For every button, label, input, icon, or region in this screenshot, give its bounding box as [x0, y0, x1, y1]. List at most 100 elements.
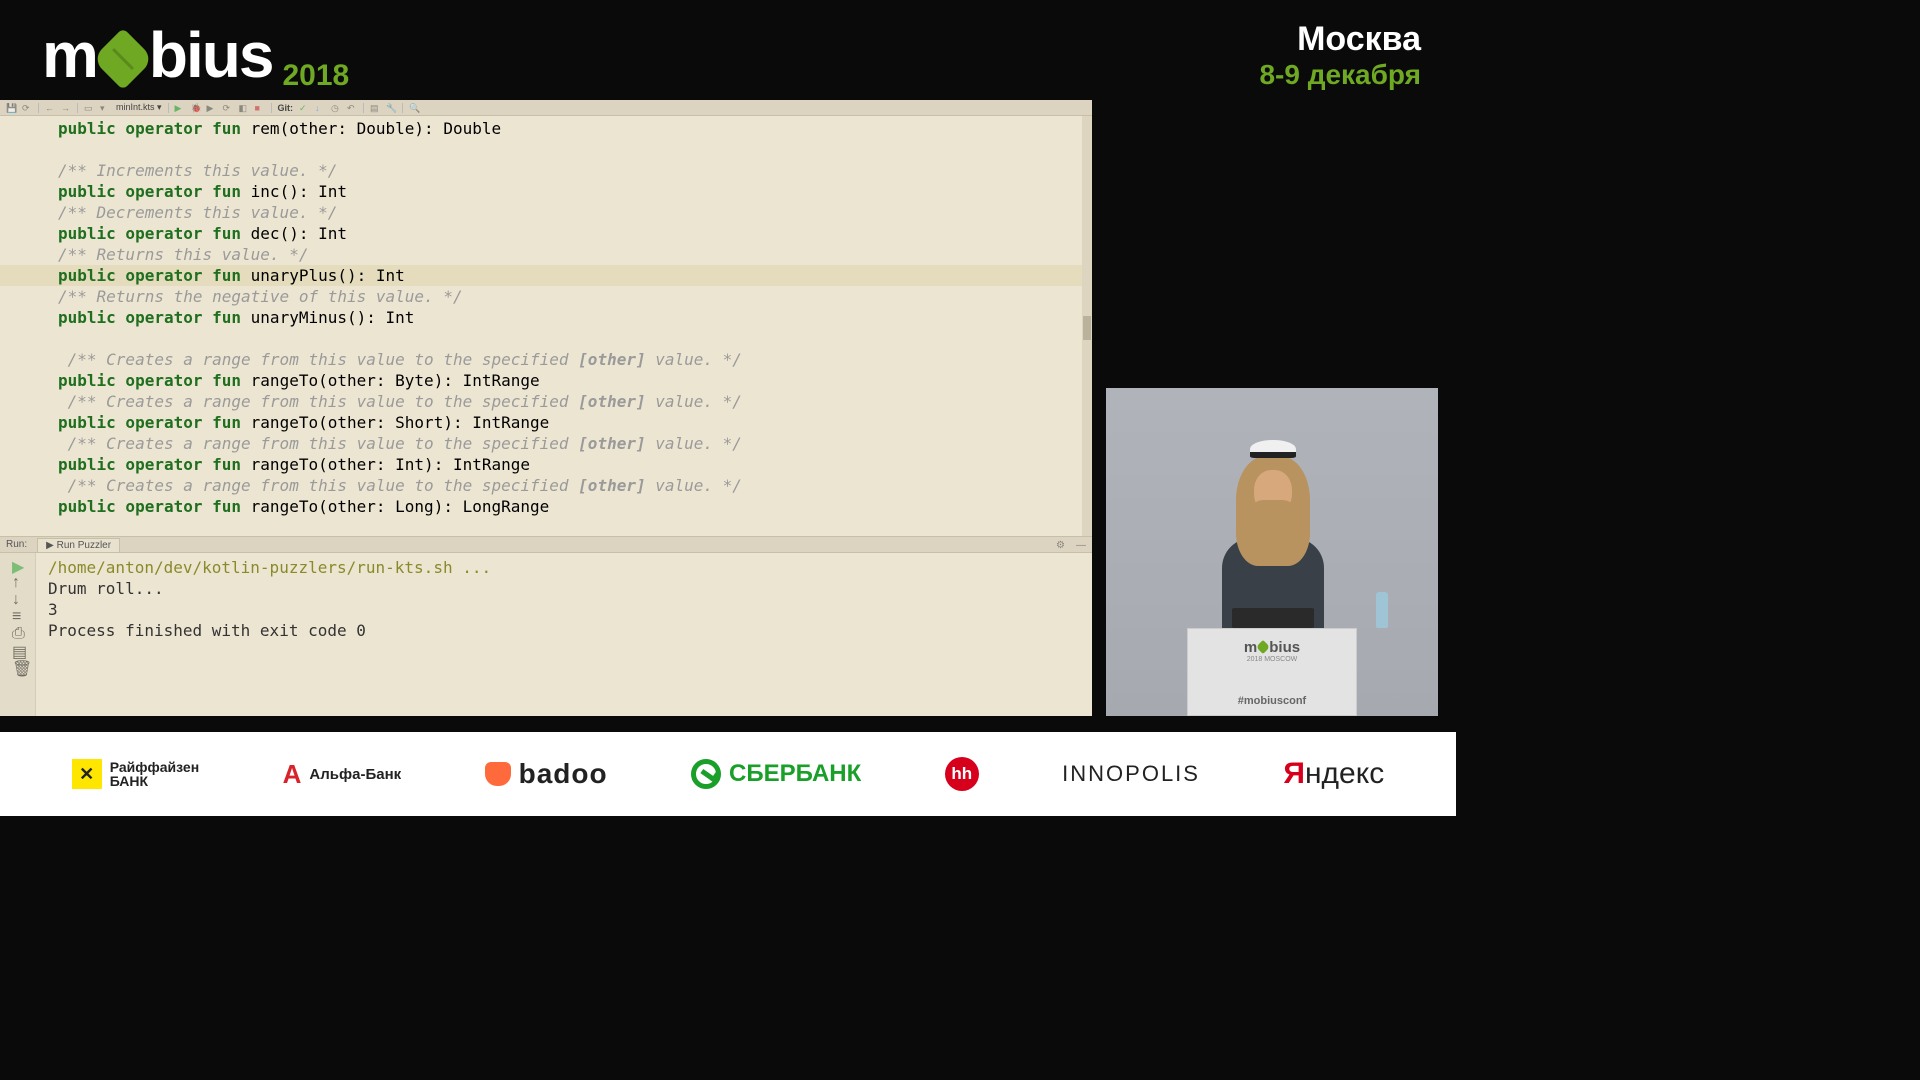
scrollbar-thumb[interactable] [1083, 316, 1091, 340]
code-line: public operator fun inc(): Int [58, 181, 1092, 202]
profile-icon[interactable]: ⟳ [223, 103, 233, 113]
code-line: public operator fun rangeTo(other: Byte)… [58, 370, 1092, 391]
code-comment: /** Creates a range from this value to t… [58, 349, 1092, 370]
speaker-figure [1212, 428, 1332, 628]
conference-header: m bius 2018 Москва 8-9 декабря [0, 0, 1456, 100]
separator [38, 103, 39, 113]
vcs-label: Git: [278, 103, 294, 113]
sponsor-badoo: badoo [485, 758, 608, 790]
conference-logo: m bius 2018 [42, 18, 349, 92]
run-gutter: ▶ ↑ ↓ ≡ ⎙ ▤ 🗑 [0, 553, 36, 716]
revert-icon[interactable]: ↶ [347, 103, 357, 113]
event-date: 8-9 декабря [1259, 59, 1421, 91]
stop-icon[interactable]: ↑ [12, 574, 23, 585]
debug-icon[interactable]: 🐞 [191, 103, 201, 113]
hammer-icon[interactable]: ▾ [100, 103, 110, 113]
speaker-camera: mbius 2018 MOSCOW #mobiusconf [1106, 388, 1438, 716]
raiffeisen-icon: ✕ [72, 759, 102, 789]
hh-icon: hh [945, 757, 979, 791]
print-icon[interactable]: ⎙ [12, 625, 23, 636]
code-comment: /** Creates a range from this value to t… [58, 391, 1092, 412]
bottle-icon [1376, 592, 1388, 628]
code-line [58, 328, 1092, 349]
code-comment: /** Returns this value. */ [58, 244, 1092, 265]
alfa-icon: А [283, 759, 302, 790]
code-line-highlighted: public operator fun unaryPlus(): Int [0, 265, 1092, 286]
podium-subline: 2018 MOSCOW [1188, 656, 1356, 663]
separator [271, 103, 272, 113]
file-dropdown[interactable]: minInt.kts ▾ [116, 102, 162, 113]
console-exit: Process finished with exit code 0 [48, 620, 1080, 641]
podium: mbius 2018 MOSCOW #mobiusconf [1187, 628, 1357, 716]
code-line [58, 139, 1092, 160]
code-line: public operator fun rangeTo(other: Int):… [58, 454, 1092, 475]
build-icon[interactable]: ▭ [84, 103, 94, 113]
settings-icon[interactable]: ⚙ [1056, 540, 1066, 550]
run-icon[interactable]: ▶ [175, 103, 185, 113]
wrap-icon[interactable]: ≡ [12, 608, 23, 619]
search-icon[interactable]: 🔍 [409, 103, 419, 113]
console-output: 3 [48, 599, 1080, 620]
separator [168, 103, 169, 113]
minimize-icon[interactable]: — [1076, 540, 1086, 550]
console-output: Drum roll... [48, 578, 1080, 599]
run-panel-header: Run: ▶ Run Puzzler ⚙ — [0, 537, 1092, 553]
logo-suffix: bius [149, 18, 273, 92]
run-label: Run: [6, 539, 27, 550]
history-icon[interactable]: ◷ [331, 103, 341, 113]
commit-icon[interactable]: ✓ [299, 103, 309, 113]
console-command: /home/anton/dev/kotlin-puzzlers/run-kts.… [48, 557, 1080, 578]
sponsor-alfabank: А Альфа-Банк [283, 759, 402, 790]
structure-icon[interactable]: ▤ [370, 103, 380, 113]
separator [363, 103, 364, 113]
ide-window: 💾 ⟳ ← → ▭ ▾ minInt.kts ▾ ▶ 🐞 ▶ ⟳ ◧ ■ Git… [0, 100, 1092, 716]
run-panel: Run: ▶ Run Puzzler ⚙ — ▶ ↑ ↓ ≡ ⎙ ▤ 🗑 /ho… [0, 536, 1092, 716]
code-comment: /** Creates a range from this value to t… [58, 475, 1092, 496]
code-comment: /** Increments this value. */ [58, 160, 1092, 181]
stop-icon[interactable]: ■ [255, 103, 265, 113]
code-comment: /** Creates a range from this value to t… [58, 433, 1092, 454]
captain-hat-icon [1250, 440, 1296, 458]
badoo-heart-icon [485, 762, 511, 786]
code-line: public operator fun rangeTo(other: Long)… [58, 496, 1092, 517]
refresh-icon[interactable]: ⟳ [22, 103, 32, 113]
update-icon[interactable]: ↓ [315, 103, 325, 113]
sponsor-innopolis: innopolis [1062, 761, 1200, 787]
sponsor-yandex: Яндекс [1283, 757, 1384, 791]
tools-icon[interactable]: 🔧 [386, 103, 396, 113]
sponsor-sberbank: СБЕРБАНК [691, 759, 861, 789]
leaf-icon [92, 28, 154, 90]
attach-icon[interactable]: ◧ [239, 103, 249, 113]
forward-icon[interactable]: → [61, 103, 71, 113]
sberbank-icon [691, 759, 721, 789]
code-comment: /** Decrements this value. */ [58, 202, 1092, 223]
run-console[interactable]: /home/anton/dev/kotlin-puzzlers/run-kts.… [36, 553, 1092, 716]
code-line: public operator fun unaryMinus(): Int [58, 307, 1092, 328]
podium-hashtag: #mobiusconf [1188, 695, 1356, 707]
current-file: minInt.kts [116, 102, 155, 112]
ide-toolbar[interactable]: 💾 ⟳ ← → ▭ ▾ minInt.kts ▾ ▶ 🐞 ▶ ⟳ ◧ ■ Git… [0, 100, 1092, 116]
podium-logo: mbius 2018 MOSCOW [1188, 639, 1356, 663]
laptop-icon [1232, 608, 1314, 628]
trash-icon[interactable]: 🗑 [12, 659, 23, 670]
separator [77, 103, 78, 113]
event-city: Москва [1259, 20, 1421, 59]
logo-prefix: m [42, 18, 97, 92]
code-line: public operator fun rem(other: Double): … [58, 118, 1092, 139]
save-icon[interactable]: 💾 [6, 103, 16, 113]
rerun-icon[interactable]: ▶ [12, 557, 23, 568]
code-line: public operator fun rangeTo(other: Short… [58, 412, 1092, 433]
coverage-icon[interactable]: ▶ [207, 103, 217, 113]
logo-year: 2018 [282, 59, 349, 93]
down-icon[interactable]: ↓ [12, 591, 23, 602]
editor-scrollbar[interactable] [1082, 116, 1092, 536]
separator [402, 103, 403, 113]
scroll-icon[interactable]: ▤ [12, 642, 23, 653]
sponsor-raiffeisen: ✕ РайффайзенБАНК [72, 759, 199, 789]
back-icon[interactable]: ← [45, 103, 55, 113]
sponsor-hh: hh [945, 757, 979, 791]
code-line: public operator fun dec(): Int [58, 223, 1092, 244]
code-editor[interactable]: public operator fun rem(other: Double): … [0, 116, 1092, 536]
run-tab[interactable]: ▶ Run Puzzler [37, 538, 120, 552]
sponsors-bar: ✕ РайффайзенБАНК А Альфа-Банк badoo СБЕР… [0, 732, 1456, 816]
